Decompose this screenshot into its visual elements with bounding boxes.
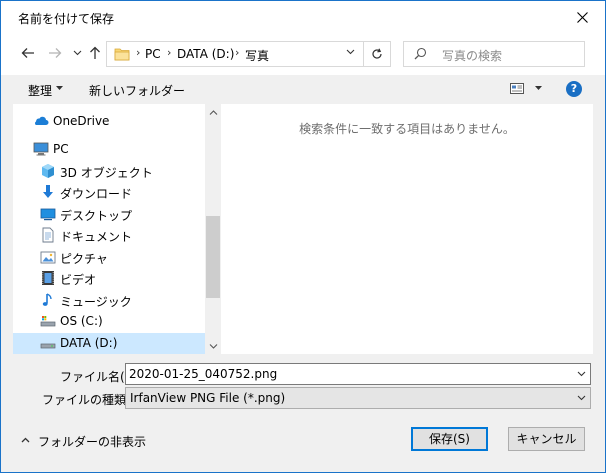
- hide-folders-label: フォルダーの非表示: [38, 435, 147, 449]
- tree-item-drive-d[interactable]: DATA (D:): [13, 333, 205, 354]
- tree-label: 3D オブジェクト: [60, 166, 153, 180]
- music-icon: [42, 293, 52, 306]
- navigation-bar: › PC › DATA (D:) › 写真 写真の検索: [1, 33, 605, 75]
- drive-d-icon: [40, 343, 56, 349]
- breadcrumb-data-drive[interactable]: DATA (D:): [177, 47, 234, 61]
- arrow-up-icon: [90, 46, 100, 59]
- tree-item-drive-c[interactable]: OS (C:): [13, 311, 205, 332]
- 3d-objects-icon: [42, 164, 54, 178]
- chevron-down-icon[interactable]: [346, 49, 355, 55]
- dropdown-arrow-icon[interactable]: [56, 86, 63, 90]
- tree-label: OS (C:): [60, 314, 103, 328]
- refresh-button[interactable]: [363, 41, 391, 67]
- save-as-dialog: 名前を付けて保存 › PC › DATA (D:) › 写真 写真の検索 整理 …: [0, 0, 606, 473]
- chevron-down-icon: [73, 50, 81, 56]
- cancel-button[interactable]: キャンセル: [508, 427, 585, 451]
- dropdown-arrow-icon[interactable]: [535, 86, 542, 90]
- tree-item-videos[interactable]: ビデオ: [13, 268, 205, 289]
- new-folder-button[interactable]: 新しいフォルダー: [89, 82, 185, 99]
- desktop-icon: [40, 208, 56, 221]
- command-toolbar: 整理 新しいフォルダー ?: [1, 75, 605, 103]
- tree-item-3d-objects[interactable]: 3D オブジェクト: [13, 161, 205, 182]
- filetype-select[interactable]: IrfanView PNG File (*.png): [125, 387, 591, 409]
- tree-label: ミュージック: [60, 295, 132, 309]
- drive-c-icon: [40, 316, 56, 327]
- tree-label: PC: [53, 142, 69, 156]
- up-button[interactable]: [85, 43, 105, 63]
- chevron-down-icon: [209, 343, 217, 349]
- chevron-up-icon: [209, 109, 217, 115]
- title-bar: 名前を付けて保存: [1, 1, 605, 33]
- breadcrumb-pc[interactable]: PC: [145, 47, 161, 61]
- close-button[interactable]: [559, 1, 605, 33]
- address-bar[interactable]: › PC › DATA (D:) › 写真: [106, 41, 364, 67]
- save-button[interactable]: 保存(S): [411, 427, 488, 451]
- refresh-icon: [372, 48, 382, 59]
- navigation-pane: OneDrive PC 3D オブジェクト ダウンロード デスクトップ ドキュメ…: [13, 104, 205, 354]
- chevron-down-icon[interactable]: [577, 371, 586, 377]
- recent-locations-button[interactable]: [67, 43, 87, 63]
- tree-label: ドキュメント: [60, 230, 133, 244]
- forward-button[interactable]: [45, 43, 65, 63]
- window-title: 名前を付けて保存: [18, 12, 115, 26]
- close-icon: [576, 11, 588, 23]
- search-box[interactable]: 写真の検索: [403, 41, 585, 67]
- navigation-pane-scrollbar[interactable]: [205, 104, 221, 354]
- tree-item-pc[interactable]: PC: [13, 139, 205, 160]
- tree-item-downloads[interactable]: ダウンロード: [13, 182, 205, 203]
- tree-label: DATA (D:): [60, 336, 118, 350]
- onedrive-icon: [34, 116, 49, 125]
- videos-icon: [42, 271, 54, 285]
- organize-button[interactable]: 整理: [28, 82, 52, 99]
- filetype-selected-value: IrfanView PNG File (*.png): [130, 391, 286, 405]
- breadcrumb-separator: ›: [235, 46, 240, 59]
- download-icon: [43, 185, 53, 198]
- documents-icon: [42, 227, 54, 243]
- search-placeholder: 写真の検索: [442, 49, 503, 63]
- chevron-down-icon[interactable]: [577, 395, 586, 401]
- empty-results-message: 検索条件に一致する項目はありません。: [299, 122, 515, 136]
- arrow-left-icon: [21, 48, 34, 58]
- scroll-thumb[interactable]: [206, 216, 220, 298]
- back-button[interactable]: [18, 43, 38, 63]
- tree-label: デスクトップ: [60, 209, 133, 223]
- tree-item-desktop[interactable]: デスクトップ: [13, 204, 205, 225]
- tree-label: ビデオ: [60, 273, 97, 287]
- folder-icon: [114, 48, 130, 61]
- view-options-icon[interactable]: [510, 83, 524, 94]
- pc-icon: [33, 142, 49, 156]
- tree-item-onedrive[interactable]: OneDrive: [13, 111, 205, 132]
- file-list[interactable]: 検索条件に一致する項目はありません。: [221, 104, 593, 354]
- tree-label: ダウンロード: [60, 187, 133, 201]
- breadcrumb-photos[interactable]: 写真: [245, 47, 269, 64]
- scroll-up-button[interactable]: [205, 104, 221, 120]
- search-icon: [414, 47, 427, 60]
- tree-label: ピクチャ: [60, 252, 108, 266]
- tree-item-documents[interactable]: ドキュメント: [13, 225, 205, 246]
- arrow-right-icon: [49, 48, 62, 58]
- chevron-up-icon: [21, 437, 30, 443]
- tree-item-music[interactable]: ミュージック: [13, 290, 205, 311]
- pictures-icon: [40, 251, 56, 264]
- breadcrumb-separator: ›: [167, 46, 172, 59]
- tree-label: OneDrive: [53, 114, 110, 128]
- filename-combobox[interactable]: [125, 363, 591, 385]
- filename-input[interactable]: [129, 366, 569, 382]
- tree-item-pictures[interactable]: ピクチャ: [13, 247, 205, 268]
- help-button[interactable]: ?: [566, 81, 582, 97]
- breadcrumb-separator: ›: [136, 46, 141, 59]
- scroll-down-button[interactable]: [205, 338, 221, 354]
